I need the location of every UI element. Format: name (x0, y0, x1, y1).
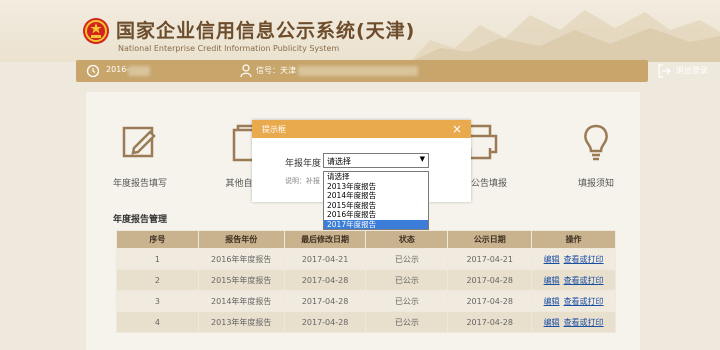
login-date: 2016- (106, 65, 130, 74)
dialog-hint: 说明：补报 (285, 177, 320, 185)
chevron-down-icon: ▼ (419, 155, 425, 163)
dropdown-option[interactable]: 2014年度报告 (324, 191, 428, 201)
table-header-row: 序号 报告年份 最后修改日期 状态 公示日期 操作 (116, 230, 616, 249)
cell-year: 2016年年度报告 (197, 248, 285, 270)
cell-year: 2014年年度报告 (197, 290, 285, 312)
user-toolbar: 2016- 信号：天津 退出登录 (76, 60, 708, 82)
edit-link[interactable]: 编辑 (544, 297, 560, 306)
cell-modified: 2017-04-28 (283, 290, 367, 312)
view-print-link[interactable]: 查看或打印 (564, 276, 604, 285)
cell-published: 2017-04-28 (447, 269, 533, 291)
column-header: 报告年份 (197, 230, 285, 249)
cell-actions: 编辑 查看或打印 (531, 269, 616, 291)
close-icon[interactable]: × (452, 121, 462, 137)
year-dropdown-list: 请选择 2013年度报告 2014年度报告 2015年度报告 2016年度报告 … (323, 171, 429, 230)
cell-published: 2017-04-28 (447, 311, 533, 333)
cell-modified: 2017-04-28 (283, 311, 367, 333)
view-print-link[interactable]: 查看或打印 (564, 318, 604, 327)
tile-annual-report[interactable]: 年度报告填写 (95, 122, 185, 192)
lightbulb-icon (584, 124, 608, 161)
year-select-value: 请选择 (327, 157, 351, 166)
site-header: 国家企业信用信息公示系统(天津) National Enterprise Cre… (0, 0, 720, 62)
edit-link[interactable]: 编辑 (544, 318, 560, 327)
table-row: 3 2014年年度报告 2017-04-28 已公示 2017-04-28 编辑… (116, 290, 616, 312)
column-header: 操作 (531, 230, 616, 249)
tile-filing-guide[interactable]: 填报须知 (551, 122, 641, 192)
pen-icon (122, 126, 156, 158)
column-header: 公示日期 (447, 230, 533, 249)
cell-published: 2017-04-21 (447, 248, 533, 270)
dropdown-option[interactable]: 2015年度报告 (324, 201, 428, 211)
cell-no: 1 (116, 248, 199, 270)
site-subtitle: National Enterprise Credit Information P… (118, 44, 340, 53)
dialog-title: 提示框 (262, 125, 286, 134)
cell-published: 2017-04-28 (447, 290, 533, 312)
column-header: 状态 (365, 230, 449, 249)
cell-status: 已公示 (365, 248, 449, 270)
cell-no: 2 (116, 269, 199, 291)
cell-year: 2013年年度报告 (197, 311, 285, 333)
view-print-link[interactable]: 查看或打印 (564, 297, 604, 306)
column-header: 序号 (116, 230, 199, 249)
user-name: 信号：天津 (256, 66, 296, 75)
cell-no: 3 (116, 290, 199, 312)
section-title: 年度报告管理 (113, 215, 168, 225)
national-emblem-icon (83, 18, 109, 44)
cell-modified: 2017-04-28 (283, 269, 367, 291)
column-header: 最后修改日期 (283, 230, 367, 249)
cell-actions: 编辑 查看或打印 (531, 248, 616, 270)
great-wall-banner (410, 10, 720, 62)
cell-status: 已公示 (365, 269, 449, 291)
dropdown-option[interactable]: 2013年度报告 (324, 182, 428, 192)
table-row: 2 2015年年度报告 2017-04-28 已公示 2017-04-28 编辑… (116, 269, 616, 291)
dropdown-option[interactable]: 请选择 (324, 172, 428, 182)
logout-link[interactable]: 退出登录 (676, 65, 708, 76)
cell-modified: 2017-04-21 (283, 248, 367, 270)
dialog-header: 提示框 × (252, 120, 471, 138)
cell-actions: 编辑 查看或打印 (531, 290, 616, 312)
site-title: 国家企业信用信息公示系统(天津) (116, 20, 416, 42)
tile-label: 年度报告填写 (112, 179, 167, 189)
redacted-company (298, 66, 418, 76)
clock-icon (86, 64, 100, 78)
cell-no: 4 (116, 311, 199, 333)
dropdown-option-highlighted[interactable]: 2017年度报告 (324, 219, 428, 229)
cell-status: 已公示 (365, 311, 449, 333)
logout-icon[interactable] (658, 64, 671, 78)
table-row: 4 2013年年度报告 2017-04-28 已公示 2017-04-28 编辑… (116, 311, 616, 333)
edit-link[interactable]: 编辑 (544, 276, 560, 285)
year-field-label: 年报年度 (285, 159, 322, 169)
view-print-link[interactable]: 查看或打印 (564, 255, 604, 264)
tile-label: 填报须知 (577, 179, 614, 189)
user-icon (240, 64, 252, 78)
cell-status: 已公示 (365, 290, 449, 312)
table-row: 1 2016年年度报告 2017-04-21 已公示 2017-04-21 编辑… (116, 248, 616, 270)
edit-link[interactable]: 编辑 (544, 255, 560, 264)
annual-report-table: 序号 报告年份 最后修改日期 状态 公示日期 操作 1 2016年年度报告 20… (116, 230, 616, 333)
cell-year: 2015年年度报告 (197, 269, 285, 291)
year-select[interactable]: 请选择 ▼ (323, 153, 429, 168)
cell-actions: 编辑 查看或打印 (531, 311, 616, 333)
dropdown-option[interactable]: 2016年度报告 (324, 210, 428, 220)
redacted-date (128, 66, 150, 76)
